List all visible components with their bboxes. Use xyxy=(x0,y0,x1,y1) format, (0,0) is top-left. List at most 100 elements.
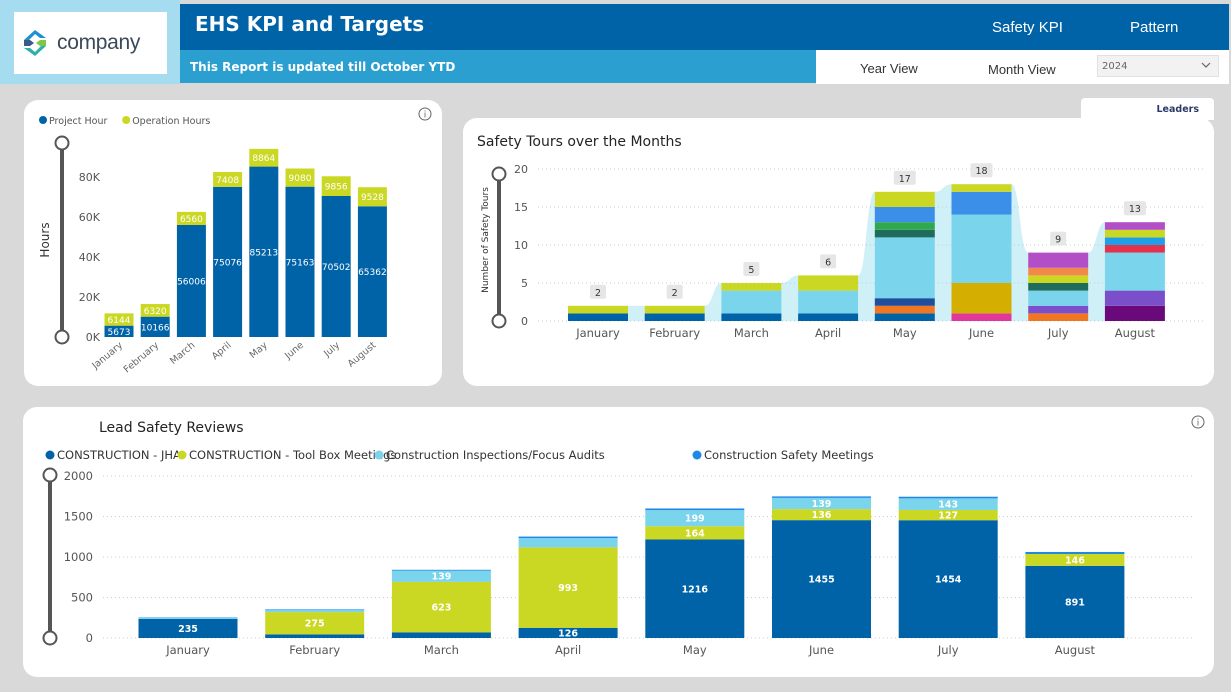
bar-segment[interactable] xyxy=(721,283,782,291)
bar-segment[interactable] xyxy=(1028,313,1089,321)
bar-segment[interactable] xyxy=(951,214,1012,283)
bar-segment[interactable] xyxy=(721,290,782,314)
chart-title: Safety Tours over the Months xyxy=(477,134,682,150)
logo-area: company xyxy=(0,0,180,84)
x-tick-label: July xyxy=(1047,326,1069,340)
y-range-slider-handle-top[interactable] xyxy=(491,166,507,182)
y-tick-label: 500 xyxy=(71,591,93,605)
bar-segment[interactable] xyxy=(1104,222,1165,230)
data-label: 7408 xyxy=(216,176,239,186)
bar-segment[interactable] xyxy=(1025,551,1125,555)
lead-safety-reviews-chart: Lead Safety Reviews i CONSTRUCTION - JHA CO… xyxy=(42,415,1205,657)
bar-segment[interactable] xyxy=(1028,252,1089,268)
data-label: 6320 xyxy=(144,307,167,317)
bar-segment[interactable] xyxy=(138,617,238,619)
x-tick-label: January xyxy=(165,643,210,657)
y-tick-label: 40K xyxy=(79,251,101,264)
y-range-slider-handle-bottom[interactable] xyxy=(54,329,70,345)
data-label: 127 xyxy=(938,511,958,522)
bar-segment[interactable] xyxy=(265,610,365,613)
data-label: 70502 xyxy=(322,263,351,273)
y-range-slider-handle-top[interactable] xyxy=(54,135,70,151)
legend-marker xyxy=(692,450,702,460)
bar-segment[interactable] xyxy=(874,313,935,321)
bar-segment[interactable] xyxy=(898,496,998,499)
bar-segment[interactable] xyxy=(951,283,1012,314)
chevron-down-icon xyxy=(1201,62,1211,68)
legend-label: CONSTRUCTION - Tool Box Meetings xyxy=(189,448,396,462)
ribbon xyxy=(1088,222,1105,321)
bar-segment[interactable] xyxy=(1028,290,1089,306)
month-view-button[interactable]: Month View xyxy=(988,62,1056,77)
data-label: 10166 xyxy=(141,323,170,333)
bar-segment[interactable] xyxy=(1028,283,1089,291)
leaders-tab-label: Leaders xyxy=(1156,104,1200,115)
bar-segment[interactable] xyxy=(518,538,618,548)
bar-segment[interactable] xyxy=(391,569,491,571)
bar-segment[interactable] xyxy=(568,313,628,321)
bar-segment[interactable] xyxy=(874,191,935,207)
y-tick-label: 2000 xyxy=(64,469,93,483)
bar-segment[interactable] xyxy=(874,305,935,314)
year-dropdown[interactable]: 2024 xyxy=(1097,55,1219,77)
bar-segment[interactable] xyxy=(1104,290,1165,306)
bar-segment[interactable] xyxy=(874,229,935,238)
total-label: 2 xyxy=(595,288,601,299)
bar-segment[interactable] xyxy=(391,632,491,638)
bar-segment[interactable] xyxy=(265,609,365,611)
y-range-slider-handle-bottom[interactable] xyxy=(42,630,58,646)
bar-segment[interactable] xyxy=(1028,275,1089,283)
bar-segment[interactable] xyxy=(1028,305,1089,314)
data-label: 139 xyxy=(431,572,451,583)
total-label: 18 xyxy=(975,166,987,177)
bar-segment[interactable] xyxy=(1104,229,1165,238)
bar-segment[interactable] xyxy=(772,496,871,498)
data-label: 275 xyxy=(305,619,325,630)
nav-pattern[interactable]: Pattern xyxy=(1130,19,1178,36)
bar-segment[interactable] xyxy=(798,313,859,321)
y-range-slider-handle-bottom[interactable] xyxy=(491,313,507,329)
bar-segment[interactable] xyxy=(568,305,628,314)
bar-segment[interactable] xyxy=(644,313,705,321)
bar-segment[interactable] xyxy=(1104,252,1165,291)
bar-segment[interactable] xyxy=(644,305,705,314)
bar-segment[interactable] xyxy=(645,508,745,511)
bar-segment[interactable] xyxy=(874,207,935,223)
data-label: 6144 xyxy=(108,316,131,326)
x-tick-label: February xyxy=(289,643,340,657)
bar-segment[interactable] xyxy=(798,275,859,291)
bar-segment[interactable] xyxy=(798,290,859,314)
bar-segment[interactable] xyxy=(874,298,935,306)
bar-segment[interactable] xyxy=(951,191,1012,215)
x-tick-label: August xyxy=(346,340,379,370)
bar-segment[interactable] xyxy=(951,313,1012,321)
data-label: 623 xyxy=(431,603,451,614)
legend-label: Construction Inspections/Focus Audits xyxy=(386,448,605,462)
x-tick-label: February xyxy=(649,326,700,340)
y-range-slider-handle-top[interactable] xyxy=(42,467,58,483)
y-tick-label: 80K xyxy=(79,171,101,184)
leaders-tab[interactable]: Leaders xyxy=(1081,98,1214,120)
bar-segment[interactable] xyxy=(1104,245,1165,253)
data-label: 56006 xyxy=(177,277,206,287)
bar-segment[interactable] xyxy=(721,313,782,321)
y-tick-label: 0 xyxy=(521,315,528,328)
safety-tours-card: Safety Tours over the Months Number of Sa… xyxy=(463,118,1214,386)
legend-label: CONSTRUCTION - JHA xyxy=(57,448,181,462)
nav-safety-kpi[interactable]: Safety KPI xyxy=(992,19,1063,36)
bar-segment[interactable] xyxy=(874,237,935,299)
company-logo: company xyxy=(14,12,167,74)
bar-segment[interactable] xyxy=(874,222,935,230)
y-tick-label: 1500 xyxy=(64,510,93,524)
bar-segment[interactable] xyxy=(1104,305,1165,321)
bar-segment[interactable] xyxy=(1028,267,1089,276)
x-tick-label: June xyxy=(808,643,834,657)
bar-segment[interactable] xyxy=(265,634,365,638)
data-label: 891 xyxy=(1065,597,1085,608)
year-view-button[interactable]: Year View xyxy=(860,61,918,76)
bar-segment[interactable] xyxy=(951,184,1012,192)
ribbon xyxy=(704,283,722,321)
bar-segment[interactable] xyxy=(1104,237,1165,245)
data-label: 143 xyxy=(938,500,958,511)
bar-segment[interactable] xyxy=(518,536,618,539)
